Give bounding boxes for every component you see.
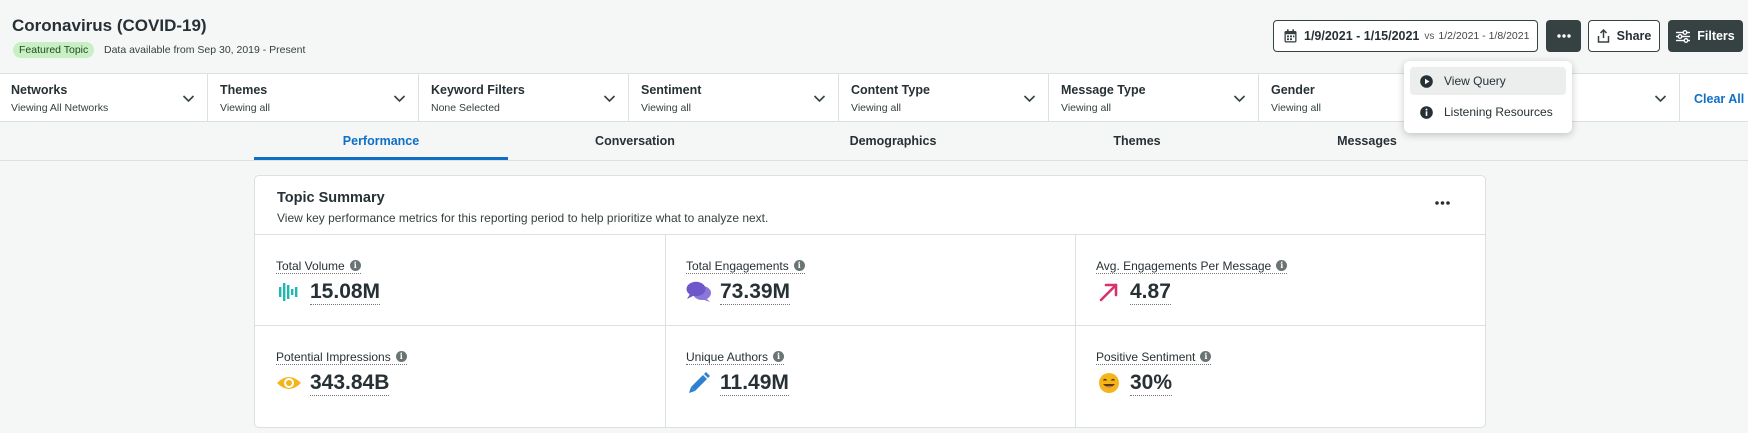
- filter-value: Viewing All Networks: [11, 102, 109, 114]
- tab-conversation[interactable]: Conversation: [508, 134, 762, 148]
- filter-value: Viewing all: [851, 102, 902, 114]
- tab-performance[interactable]: Performance: [254, 134, 508, 148]
- compare-range-label: 1/2/2021 - 1/8/2021: [1438, 30, 1530, 42]
- info-icon[interactable]: i: [395, 351, 407, 363]
- metric-potential-impressions: Potential Impressions i 343.84B: [255, 325, 665, 415]
- metric-unique-authors: Unique Authors i 11.49M: [665, 325, 1075, 415]
- card-subtitle: View key performance metrics for this re…: [277, 211, 769, 225]
- metric-value: 343.84B: [310, 370, 390, 396]
- filter-label: Themes: [220, 83, 268, 97]
- featured-topic-badge: Featured Topic: [13, 42, 95, 58]
- filter-label: Keyword Filters: [431, 83, 525, 97]
- filter-value: Viewing all: [220, 102, 271, 114]
- metric-total-volume: Total Volume i 15.08M: [255, 234, 665, 324]
- page-title: Coronavirus (COVID-19): [12, 16, 207, 35]
- share-button[interactable]: Share: [1588, 20, 1660, 52]
- chevron-down-icon: [1023, 95, 1036, 103]
- metric-label[interactable]: Unique Authors i: [686, 350, 785, 365]
- info-icon[interactable]: i: [773, 351, 785, 363]
- vs-label: vs: [1424, 30, 1435, 42]
- metric-value: 30%: [1130, 370, 1173, 396]
- topic-summary-card: Topic Summary View key performance metri…: [254, 175, 1486, 428]
- chevron-down-icon: [182, 95, 195, 103]
- filters-label: Filters: [1697, 29, 1735, 43]
- menu-item-listening-resources[interactable]: Listening Resources: [1410, 98, 1566, 126]
- chevron-down-icon: [1233, 95, 1246, 103]
- active-tab-indicator: [254, 157, 508, 160]
- menu-item-label: Listening Resources: [1444, 105, 1553, 119]
- filter-value: None Selected: [431, 102, 500, 114]
- filter-value: Viewing all: [1061, 102, 1112, 114]
- clear-all-link[interactable]: Clear All: [1694, 92, 1744, 106]
- more-options-button[interactable]: [1546, 20, 1581, 52]
- chat-bubbles-icon: [686, 279, 712, 305]
- metric-label[interactable]: Total Volume i: [276, 259, 361, 274]
- metric-value: 15.08M: [310, 279, 381, 305]
- info-icon[interactable]: i: [1276, 260, 1288, 272]
- info-icon[interactable]: i: [793, 260, 805, 272]
- data-availability-text: Data available from Sep 30, 2019 - Prese…: [104, 44, 306, 56]
- card-title: Topic Summary: [277, 190, 385, 206]
- filter-content-type[interactable]: Content Type Viewing all: [840, 74, 1049, 122]
- tab-demographics[interactable]: Demographics: [766, 134, 1020, 148]
- ellipsis-icon: [1556, 34, 1571, 38]
- chevron-down-icon: [813, 95, 826, 103]
- info-icon[interactable]: i: [1200, 351, 1212, 363]
- menu-item-view-query[interactable]: View Query: [1410, 67, 1566, 95]
- metric-total-engagements: Total Engagements i 73.39M: [665, 234, 1075, 324]
- eye-icon: [276, 370, 302, 396]
- volume-bars-icon: [276, 279, 302, 305]
- metric-value: 73.39M: [720, 279, 791, 305]
- filter-message-type[interactable]: Message Type Viewing all: [1050, 74, 1259, 122]
- filter-label: Message Type: [1061, 83, 1146, 97]
- filter-sentiment[interactable]: Sentiment Viewing all: [630, 74, 839, 122]
- chevron-down-icon: [1654, 95, 1667, 103]
- info-icon[interactable]: i: [349, 260, 361, 272]
- tab-themes[interactable]: Themes: [1010, 134, 1264, 148]
- metric-value: 4.87: [1130, 279, 1171, 305]
- filter-label: Content Type: [851, 83, 930, 97]
- chevron-down-icon: [393, 95, 406, 103]
- metric-label[interactable]: Potential Impressions i: [276, 350, 407, 365]
- play-circle-icon: [1420, 74, 1433, 88]
- filter-label: Networks: [11, 83, 68, 97]
- calendar-icon: [1284, 29, 1297, 43]
- menu-item-label: View Query: [1444, 74, 1506, 88]
- share-icon: [1597, 29, 1609, 43]
- metric-label[interactable]: Positive Sentiment i: [1096, 350, 1212, 365]
- metric-positive-sentiment: Positive Sentiment i 30%: [1075, 325, 1485, 415]
- filter-networks[interactable]: Networks Viewing All Networks: [0, 74, 208, 122]
- filter-value: Viewing all: [1271, 102, 1322, 114]
- card-more-button[interactable]: [1427, 190, 1457, 216]
- filter-label: Sentiment: [641, 83, 702, 97]
- metric-value: 11.49M: [720, 370, 789, 396]
- metric-label[interactable]: Avg. Engagements Per Message i: [1096, 259, 1288, 274]
- filter-label: Gender: [1271, 83, 1315, 97]
- more-options-menu: View Query Listening Resources: [1404, 61, 1572, 133]
- filter-themes[interactable]: Themes Viewing all: [209, 74, 419, 122]
- filter-value: Viewing all: [641, 102, 692, 114]
- ellipsis-icon: [1434, 201, 1450, 205]
- chevron-down-icon: [603, 95, 616, 103]
- metric-label[interactable]: Total Engagements i: [686, 259, 805, 274]
- info-circle-icon: [1420, 105, 1433, 119]
- smile-face-icon: [1096, 370, 1122, 396]
- share-label: Share: [1616, 29, 1652, 43]
- arrow-up-right-icon: [1096, 279, 1122, 305]
- date-range-label: 1/9/2021 - 1/15/2021: [1304, 29, 1420, 43]
- sliders-icon: [1676, 29, 1691, 43]
- date-range-button[interactable]: 1/9/2021 - 1/15/2021 vs 1/2/2021 - 1/8/2…: [1273, 20, 1538, 52]
- filters-button[interactable]: Filters: [1668, 20, 1743, 52]
- tab-messages[interactable]: Messages: [1240, 134, 1494, 148]
- filter-keyword-filters[interactable]: Keyword Filters None Selected: [420, 74, 629, 122]
- pencil-icon: [686, 370, 712, 396]
- metric-avg-engagements: Avg. Engagements Per Message i 4.87: [1075, 234, 1485, 324]
